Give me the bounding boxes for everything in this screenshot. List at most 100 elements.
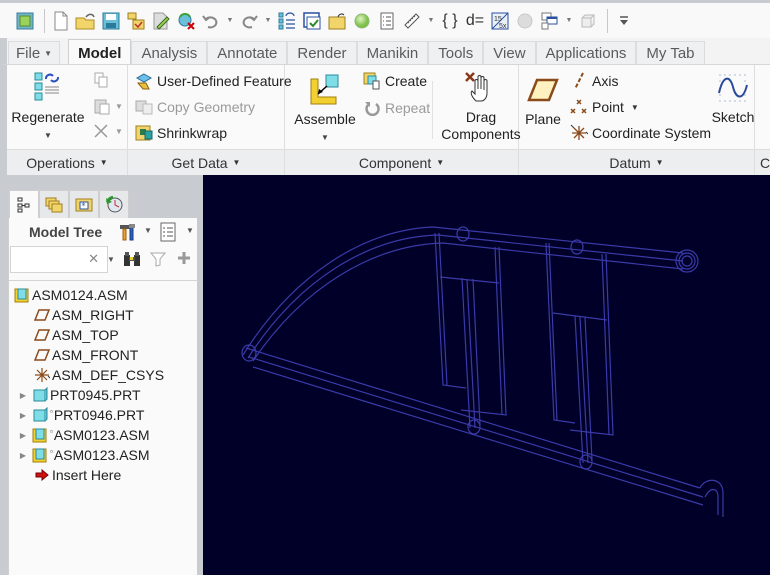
new-file-icon[interactable]: [50, 10, 72, 32]
coordinate-system-button[interactable]: Coordinate System: [570, 124, 711, 142]
drag-components-button[interactable]: Drag Components: [439, 71, 523, 143]
tree-row[interactable]: ▶ PRT0945.PRT: [9, 385, 198, 405]
regenerate-flag-icon[interactable]: [125, 10, 147, 32]
tree-row[interactable]: ASM_DEF_CSYS: [9, 365, 198, 385]
group-label-get-data[interactable]: Get Data ▼: [128, 149, 284, 175]
windows-dropdown[interactable]: ▼: [564, 17, 574, 24]
tab-analysis[interactable]: Analysis: [131, 41, 208, 65]
tree-settings-dropdown[interactable]: ▼: [144, 226, 152, 235]
tree-row-root[interactable]: ASM0124.ASM: [9, 285, 198, 305]
braces-icon[interactable]: { }: [439, 10, 461, 32]
open-folder-icon[interactable]: [326, 10, 348, 32]
tab-file[interactable]: File ▼: [8, 41, 61, 65]
history-tab[interactable]: [99, 190, 129, 218]
folder-browser-tab[interactable]: [39, 190, 69, 218]
tab-annotate[interactable]: Annotate: [207, 41, 288, 65]
user-defined-feature-button[interactable]: User-Defined Feature: [135, 72, 292, 90]
tab-render[interactable]: Render: [287, 41, 357, 65]
tab-manikin[interactable]: Manikin: [356, 41, 429, 65]
delete-button[interactable]: ▼: [93, 123, 123, 139]
tree-item-label: PRT0946.PRT: [53, 407, 145, 423]
open-file-icon[interactable]: [75, 10, 97, 32]
toolbar-separator: [607, 8, 608, 33]
undo-icon[interactable]: [200, 10, 222, 32]
list-doc-icon[interactable]: [376, 10, 398, 32]
axis-label: Axis: [592, 73, 619, 89]
customize-icon[interactable]: [613, 10, 635, 32]
paste-button[interactable]: ▼: [93, 97, 123, 115]
measure-dropdown[interactable]: ▼: [426, 17, 436, 24]
filter-button[interactable]: [149, 251, 167, 272]
svg-text:15: 15: [494, 16, 502, 23]
window-select-icon[interactable]: [301, 10, 323, 32]
expand-arrow-icon[interactable]: ▶: [18, 411, 28, 420]
window-icon[interactable]: [14, 10, 36, 32]
tab-tools[interactable]: Tools: [428, 41, 484, 65]
gray-sphere-icon[interactable]: [514, 10, 536, 32]
edit-pencil-icon[interactable]: [150, 10, 172, 32]
axis-icon: [570, 72, 588, 90]
tree-row[interactable]: ▶ ▫ ASM0123.ASM: [9, 445, 198, 465]
tab-view[interactable]: View: [483, 41, 536, 65]
relations-icon[interactable]: d=: [464, 10, 486, 32]
copy-button[interactable]: [93, 71, 109, 89]
clear-search-icon[interactable]: ✕: [88, 251, 99, 267]
plane-label: Plane: [525, 111, 561, 127]
create-button[interactable]: Create: [363, 72, 427, 90]
group-label-component[interactable]: Component ▼: [285, 149, 518, 175]
model-tree-header: Model Tree ▼ ▼: [9, 218, 198, 246]
regenerate-button[interactable]: Regenerate ▼: [11, 71, 85, 144]
graphics-window[interactable]: [203, 175, 770, 575]
tree-row[interactable]: ▶ ▫ PRT0946.PRT: [9, 405, 198, 425]
model-tree-tab[interactable]: [9, 190, 39, 219]
search-dropdown[interactable]: ▼: [107, 255, 115, 264]
group-label-partial[interactable]: C: [755, 149, 770, 175]
copy-geometry-button[interactable]: Copy Geometry: [135, 98, 255, 116]
group-label-datum[interactable]: Datum ▼: [519, 149, 754, 175]
shrinkwrap-button[interactable]: Shrinkwrap: [135, 124, 227, 142]
coordinate-system-icon: [34, 367, 50, 383]
regenerate-list-icon[interactable]: [276, 10, 298, 32]
add-button[interactable]: [177, 251, 191, 270]
sketch-button[interactable]: Sketch: [709, 71, 757, 126]
plane-button[interactable]: Plane: [523, 75, 563, 128]
tree-row-insert-here[interactable]: Insert Here: [9, 465, 198, 485]
tree-columns-button[interactable]: [160, 222, 176, 247]
tab-label: Render: [297, 45, 347, 62]
repeat-button[interactable]: Repeat: [363, 99, 430, 117]
tree-columns-dropdown[interactable]: ▼: [186, 226, 194, 235]
redo-icon[interactable]: [238, 10, 260, 32]
undo-dropdown[interactable]: ▼: [225, 17, 235, 24]
group-label-operations[interactable]: Operations ▼: [7, 149, 127, 175]
close-window-icon[interactable]: [175, 10, 197, 32]
tree-settings-button[interactable]: [117, 222, 137, 247]
tree-search-input[interactable]: ✕: [10, 246, 108, 273]
delete-icon: [94, 124, 108, 138]
axis-button[interactable]: Axis: [570, 72, 618, 90]
tree-row[interactable]: ASM_FRONT: [9, 345, 198, 365]
tree-row[interactable]: ASM_RIGHT: [9, 305, 198, 325]
measure-ruler-icon[interactable]: [401, 10, 423, 32]
cylinder-1-body: [434, 232, 507, 416]
expand-arrow-icon[interactable]: ▶: [18, 431, 28, 440]
expand-arrow-icon[interactable]: ▶: [18, 391, 28, 400]
tab-model[interactable]: Model: [68, 39, 132, 66]
find-button[interactable]: [123, 251, 141, 272]
tab-applications[interactable]: Applications: [535, 41, 637, 65]
redo-dropdown[interactable]: ▼: [263, 17, 273, 24]
parameters-icon[interactable]: 15 5x: [489, 10, 511, 32]
expand-arrow-icon[interactable]: ▶: [18, 451, 28, 460]
tree-row[interactable]: ▶ ▫ ASM0123.ASM: [9, 425, 198, 445]
tab-my-tab[interactable]: My Tab: [636, 41, 705, 65]
cylinder-1-rod: [461, 277, 481, 429]
save-icon[interactable]: [100, 10, 122, 32]
status-sphere-icon[interactable]: [351, 10, 373, 32]
box-icon[interactable]: [577, 10, 599, 32]
end-hook-inner: [704, 488, 719, 515]
windows-icon[interactable]: [539, 10, 561, 32]
tab-label: Applications: [545, 45, 627, 62]
favorites-tab[interactable]: *: [69, 190, 99, 218]
tree-row[interactable]: ASM_TOP: [9, 325, 198, 345]
point-button[interactable]: Point ▼: [570, 98, 639, 116]
assemble-button[interactable]: Assemble ▼: [289, 73, 361, 146]
